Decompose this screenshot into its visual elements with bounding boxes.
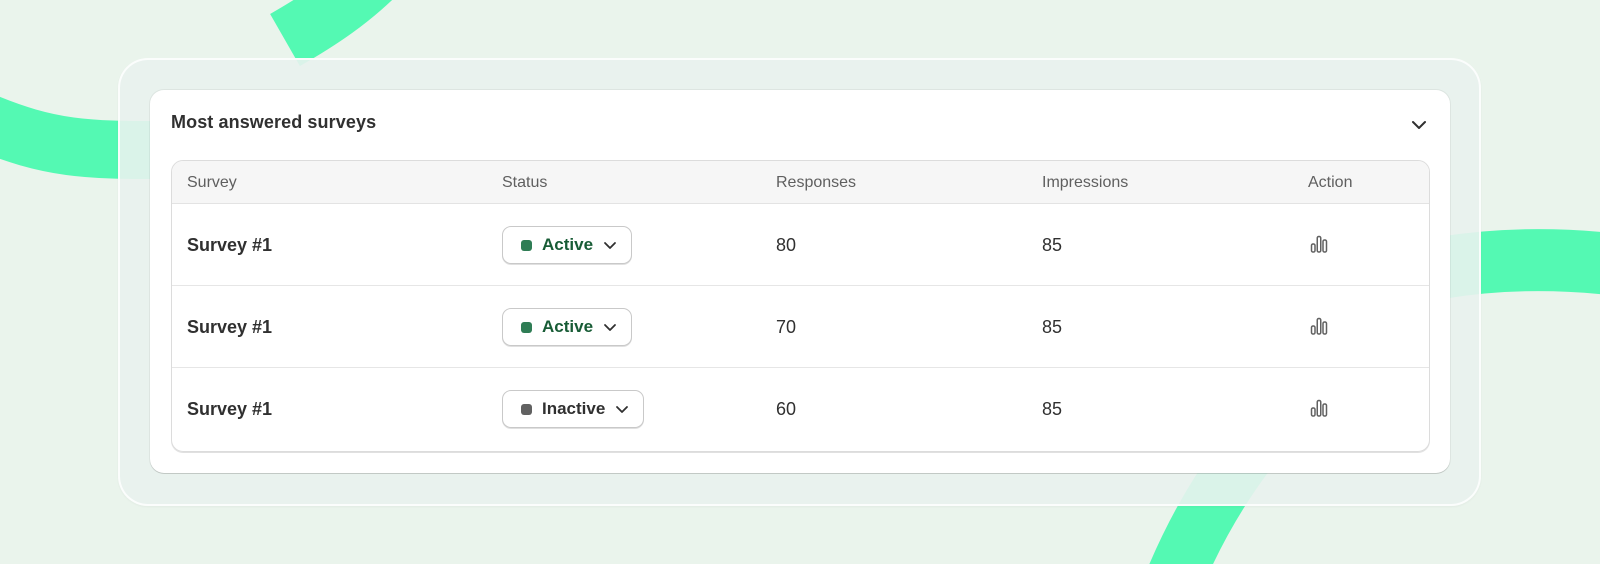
column-header-survey: Survey xyxy=(187,174,237,191)
surveys-card: Most answered surveys Survey Status Resp… xyxy=(150,90,1450,473)
chevron-down-icon xyxy=(604,323,616,331)
view-analytics-button[interactable] xyxy=(1306,395,1332,421)
status-label: Active xyxy=(542,317,594,336)
table-header: Survey Status Responses Impressions Acti… xyxy=(172,161,1429,204)
responses-value: 70 xyxy=(776,317,797,337)
impressions-value: 85 xyxy=(1042,235,1063,255)
impressions-value: 85 xyxy=(1042,399,1063,419)
impressions-value: 85 xyxy=(1042,317,1063,337)
table-row: Survey #1 Inactive 60 85 xyxy=(172,368,1429,450)
column-header-responses: Responses xyxy=(776,174,857,191)
table-row: Survey #1 Active 70 85 xyxy=(172,286,1429,368)
card-title: Most answered surveys xyxy=(171,112,377,132)
status-dropdown[interactable]: Inactive xyxy=(502,390,645,428)
status-dot xyxy=(521,403,532,415)
responses-value: 60 xyxy=(776,399,797,419)
collapse-button[interactable] xyxy=(1406,112,1432,138)
view-analytics-button[interactable] xyxy=(1306,231,1332,257)
survey-name: Survey #1 xyxy=(187,235,273,255)
table-row: Survey #1 Active 80 85 xyxy=(172,204,1429,286)
column-header-impressions: Impressions xyxy=(1042,174,1129,191)
view-analytics-button[interactable] xyxy=(1306,313,1332,339)
surveys-table: Survey Status Responses Impressions Acti… xyxy=(171,160,1430,452)
bar-chart-icon xyxy=(1310,235,1328,253)
status-dropdown[interactable]: Active xyxy=(502,308,633,346)
bar-chart-icon xyxy=(1310,317,1328,335)
bar-chart-icon xyxy=(1310,399,1328,417)
status-label: Inactive xyxy=(542,399,606,418)
survey-name: Survey #1 xyxy=(187,317,273,337)
chevron-down-icon xyxy=(616,405,629,413)
column-header-status: Status xyxy=(502,174,548,191)
responses-value: 80 xyxy=(776,235,797,255)
status-dot xyxy=(521,239,532,251)
chevron-down-icon xyxy=(604,241,616,249)
survey-name: Survey #1 xyxy=(187,399,273,419)
status-dropdown[interactable]: Active xyxy=(502,226,633,264)
status-label: Active xyxy=(542,235,594,254)
chevron-down-icon xyxy=(1412,121,1426,129)
column-header-action: Action xyxy=(1308,174,1353,191)
status-dot xyxy=(521,321,532,333)
